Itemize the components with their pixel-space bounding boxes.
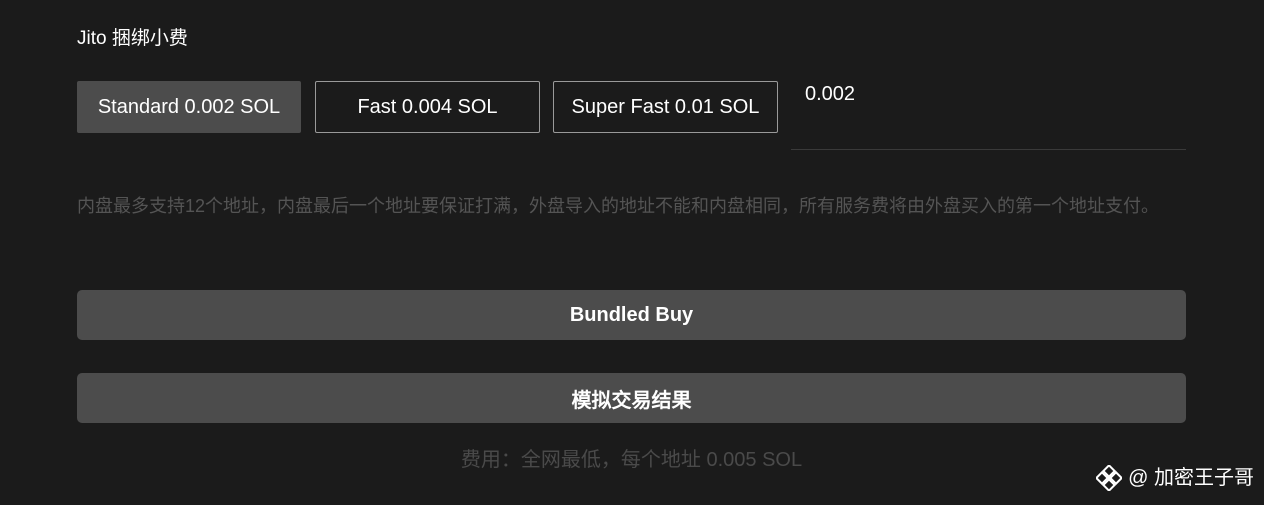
watermark-text: @ 加密王子哥 [1128, 467, 1254, 489]
simulate-trade-button[interactable]: 模拟交易结果 [77, 373, 1186, 423]
custom-tip-input[interactable] [791, 81, 1186, 150]
tip-option-standard[interactable]: Standard 0.002 SOL [77, 81, 301, 133]
watermark: @ 加密王子哥 [1096, 464, 1254, 492]
binance-logo-icon [1096, 465, 1123, 491]
tip-option-super-fast[interactable]: Super Fast 0.01 SOL [553, 81, 778, 133]
jito-tip-section-title: Jito 捆绑小费 [77, 28, 188, 49]
address-notice-text: 内盘最多支持12个地址，内盘最后一个地址要保证打满，外盘导入的地址不能和内盘相同… [77, 196, 1160, 216]
fee-info-text: 费用：全网最低，每个地址 0.005 SOL [460, 449, 803, 471]
tip-option-fast[interactable]: Fast 0.004 SOL [315, 81, 540, 133]
bundled-buy-button[interactable]: Bundled Buy [77, 290, 1186, 340]
